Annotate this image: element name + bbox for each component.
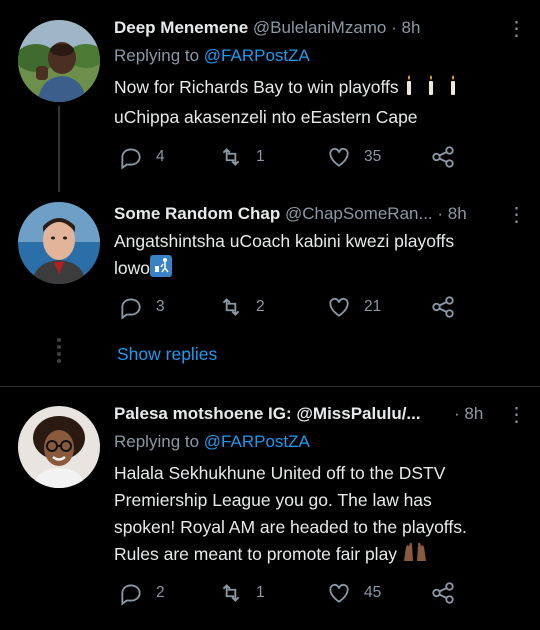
user-handle[interactable]: @BulelaniMzamo [253, 18, 386, 37]
tweet-header: Some Random Chap @ChapSomeRan... · 8h [114, 204, 467, 223]
reply-count: 4 [156, 148, 165, 165]
display-name[interactable]: Some Random Chap [114, 204, 280, 223]
like-count: 45 [364, 584, 382, 601]
share-icon [432, 296, 454, 318]
share-button[interactable] [430, 292, 468, 322]
replying-to-link[interactable]: @FARPostZA [204, 432, 310, 451]
like-button[interactable]: 45 [326, 578, 381, 608]
tweet-3[interactable]: Palesa motshoene IG: @MissPalulu/... Rep… [0, 392, 540, 630]
like-icon [329, 297, 349, 317]
retweet-count: 1 [256, 148, 265, 165]
timestamp[interactable]: 8h [448, 204, 467, 223]
tweet-header: Deep Menemene @BulelaniMzamo · 8h [114, 18, 421, 37]
retweet-icon [222, 584, 240, 602]
retweet-icon [222, 148, 240, 166]
reply-button[interactable]: 2 [118, 578, 165, 608]
tweet-text: Angatshintsha uCoach kabini kwezi playof… [114, 228, 528, 285]
action-bar: 4 1 35 [114, 142, 474, 172]
reply-count: 3 [156, 298, 165, 315]
reply-count: 2 [156, 584, 165, 601]
timestamp[interactable]: 8h [402, 18, 421, 37]
retweet-count: 2 [256, 298, 265, 315]
tweet-1[interactable]: Deep Menemene @BulelaniMzamo · 8h Replyi… [0, 0, 540, 192]
retweet-button[interactable]: 2 [218, 292, 265, 322]
tweet-2[interactable]: Some Random Chap @ChapSomeRan... · 8h An… [0, 192, 540, 363]
like-count: 35 [364, 148, 382, 165]
user-handle[interactable]: @ChapSomeRan... [285, 204, 433, 223]
display-name[interactable]: Deep Menemene [114, 18, 248, 37]
avatar[interactable] [18, 202, 100, 284]
retweet-button[interactable]: 1 [218, 142, 265, 172]
tweet-text: Halala Sekhukhune United off to the DSTV… [114, 460, 528, 571]
like-button[interactable]: 35 [326, 142, 381, 172]
share-button[interactable] [430, 142, 468, 172]
share-button[interactable] [430, 578, 468, 608]
like-button[interactable]: 21 [326, 292, 381, 322]
wastebasket-icon [150, 255, 172, 285]
reply-icon [121, 148, 141, 170]
like-icon [329, 147, 349, 167]
action-bar: 3 2 21 [114, 292, 474, 322]
raising-hands-icon [402, 541, 428, 571]
display-name[interactable]: Palesa motshoene IG: @MissPalulu/... [114, 404, 421, 423]
reply-icon [121, 584, 141, 606]
candle-icon [404, 74, 462, 104]
action-bar: 2 1 45 [114, 578, 474, 608]
more-icon[interactable]: ⋮ [506, 16, 527, 40]
reply-button[interactable]: 4 [118, 142, 165, 172]
avatar[interactable] [18, 406, 100, 488]
avatar[interactable] [18, 20, 100, 102]
share-icon [432, 146, 454, 168]
like-icon [329, 583, 349, 603]
tweet-text: Now for Richards Bay to win playoffs uCh… [114, 74, 528, 131]
retweet-icon [222, 298, 240, 316]
show-replies-link[interactable]: Show replies [117, 344, 217, 365]
replying-to: Replying to @FARPostZA [114, 46, 310, 65]
timestamp[interactable]: 8h [464, 404, 483, 423]
like-count: 21 [364, 298, 382, 315]
more-icon[interactable]: ⋮ [506, 202, 527, 226]
retweet-count: 1 [256, 584, 265, 601]
more-icon[interactable]: ⋮ [506, 402, 527, 426]
divider [0, 386, 540, 387]
reply-icon [121, 298, 141, 320]
replying-to: Replying to @FARPostZA [114, 432, 310, 451]
replying-to-link[interactable]: @FARPostZA [204, 46, 310, 65]
retweet-button[interactable]: 1 [218, 578, 265, 608]
reply-button[interactable]: 3 [118, 292, 165, 322]
share-icon [432, 582, 454, 604]
